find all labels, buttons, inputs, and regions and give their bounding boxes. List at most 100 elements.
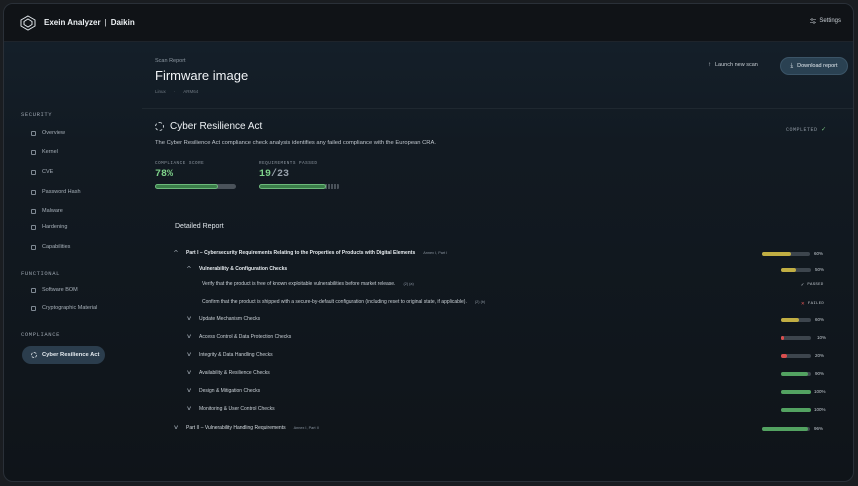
overview-icon [31, 130, 36, 136]
sidebar-heading-security: SECURITY [21, 111, 53, 118]
group-progress-bar [781, 318, 811, 322]
cve-icon [31, 169, 36, 175]
group-progress-bar [781, 354, 811, 358]
kernel-icon [31, 149, 36, 155]
group-progress-fill [781, 390, 811, 394]
sidebar-item-cryptographic-material[interactable]: Cryptographic Material [31, 305, 97, 311]
vuln-progress-fill [781, 268, 796, 272]
breadcrumb-item: Linux [155, 89, 166, 94]
chevron-down-icon: v [187, 316, 191, 322]
group-progress-fill [781, 354, 787, 358]
compliance-score-value: 78% [155, 169, 174, 180]
report-group-row[interactable]: v Access Control & Data Protection Checks [187, 334, 291, 340]
report-group-row[interactable]: v Design & Mitigation Checks [187, 388, 260, 394]
hardening-icon [31, 224, 36, 230]
check-status-passed: ✓ PASSED [801, 282, 824, 288]
report-part2-row[interactable]: v Part II – Vulnerability Handling Requi… [174, 425, 319, 431]
part2-percent: 96% [814, 426, 824, 431]
group-progress-bar [781, 336, 811, 340]
sidebar-item-hardening[interactable]: Hardening [31, 224, 67, 230]
progress-spinner-icon [155, 122, 164, 131]
requirements-passed-bar [259, 184, 340, 189]
group-progress-fill [781, 372, 808, 376]
sidebar-item-cyber-resilience-act[interactable]: Cyber Resilience Act [22, 346, 105, 364]
group-percent: 60% [815, 317, 825, 322]
vuln-progress-bar [781, 268, 811, 272]
chevron-up-icon: ^ [187, 266, 191, 272]
group-progress-bar [781, 408, 811, 412]
exein-logo-icon [20, 14, 36, 31]
report-group-row[interactable]: v Availability & Resilience Checks [187, 370, 270, 376]
report-group-row[interactable]: v Integrity & Data Handling Checks [187, 352, 273, 358]
sidebar-heading-functional: FUNCTIONAL [21, 270, 61, 277]
part2-progress-bar [762, 427, 810, 431]
section-title: Cyber Resilience Act [155, 121, 262, 132]
sidebar-item-capabilities[interactable]: Capabilities [31, 244, 70, 250]
requirements-passed-value: 19/23 [259, 169, 290, 180]
part2-progress-fill [762, 427, 809, 431]
compliance-score-bar [155, 184, 236, 189]
report-group-row[interactable]: v Update Mechanism Checks [187, 316, 260, 322]
report-group-row[interactable]: v Monitoring & User Control Checks [187, 406, 274, 412]
detailed-report-title: Detailed Report [175, 223, 224, 230]
title-separator: | [104, 18, 107, 27]
group-progress-bar [781, 372, 811, 376]
report-part1-row[interactable]: ^ Part I – Cybersecurity Requirements Re… [174, 250, 447, 256]
sidebar: SECURITY Overview Kernel CVE Password Ha… [4, 42, 124, 481]
header-divider [142, 108, 853, 109]
sidebar-item-software-bom[interactable]: Software BOM [31, 287, 78, 293]
capabilities-icon [31, 244, 36, 250]
sidebar-item-overview[interactable]: Overview [31, 130, 65, 136]
section-description: The Cyber Resilience Act compliance chec… [155, 140, 436, 146]
sidebar-item-cve[interactable]: CVE [31, 169, 53, 175]
part1-progress-bar [762, 252, 810, 256]
sidebar-item-kernel[interactable]: Kernel [31, 149, 58, 155]
malware-icon [31, 208, 36, 214]
group-percent: 100% [814, 407, 826, 412]
top-bar: Exein Analyzer | Daikin Settings [4, 4, 853, 42]
chevron-down-icon: v [187, 388, 191, 394]
group-progress-bar [781, 390, 811, 394]
requirements-passed-fill [259, 184, 326, 189]
sidebar-heading-compliance: COMPLIANCE [21, 331, 61, 338]
software-bom-icon [31, 287, 36, 293]
compliance-score-label: COMPLIANCE SCORE [155, 161, 205, 166]
chevron-down-icon: v [187, 334, 191, 340]
app-name: Exein Analyzer [44, 18, 101, 27]
check-icon: ✓ [801, 282, 805, 288]
breadcrumb-item: ARM64 [183, 89, 199, 94]
breadcrumb: Linux · ARM64 [155, 89, 198, 94]
compliance-score-fill [155, 184, 219, 189]
download-report-button[interactable]: ⤓ Download report [780, 57, 848, 75]
settings-button[interactable]: Settings [810, 18, 841, 24]
group-progress-fill [781, 336, 784, 340]
page-title: Firmware image [155, 68, 249, 83]
group-progress-fill [781, 408, 811, 412]
chevron-down-icon: v [187, 406, 191, 412]
settings-sliders-icon [810, 18, 817, 24]
launch-new-scan-button[interactable]: ↑ Launch new scan [708, 62, 758, 68]
sidebar-item-malware[interactable]: Malware [31, 208, 63, 214]
settings-label: Settings [819, 18, 841, 24]
report-vuln-row[interactable]: ^ Vulnerability & Configuration Checks [187, 266, 287, 272]
cryptographic-material-icon [31, 305, 36, 311]
group-percent: 10% [817, 335, 827, 340]
download-icon: ⤓ [790, 62, 794, 69]
chevron-down-icon: v [187, 370, 191, 376]
part1-percent: 60% [814, 251, 824, 256]
breadcrumb-separator: · [173, 89, 176, 94]
group-progress-fill [781, 318, 799, 322]
progress-spinner-icon [31, 352, 37, 358]
org-name: Daikin [110, 18, 135, 27]
page-kicker: Scan Report [155, 58, 186, 64]
vuln-percent: 50% [815, 267, 825, 272]
password-hash-icon [31, 189, 36, 195]
arrow-up-icon: ↑ [708, 62, 711, 68]
check-row: Verify that the product is free of known… [202, 281, 414, 287]
check-status-failed: ✕ FAILED [801, 300, 825, 307]
app-window: Exein Analyzer | Daikin Settings SECURIT… [3, 3, 854, 482]
chevron-up-icon: ^ [174, 250, 178, 256]
sidebar-item-password-hash[interactable]: Password Hash [31, 189, 81, 195]
check-icon: ✓ [821, 126, 827, 134]
check-row: Confirm that the product is shipped with… [202, 299, 486, 305]
